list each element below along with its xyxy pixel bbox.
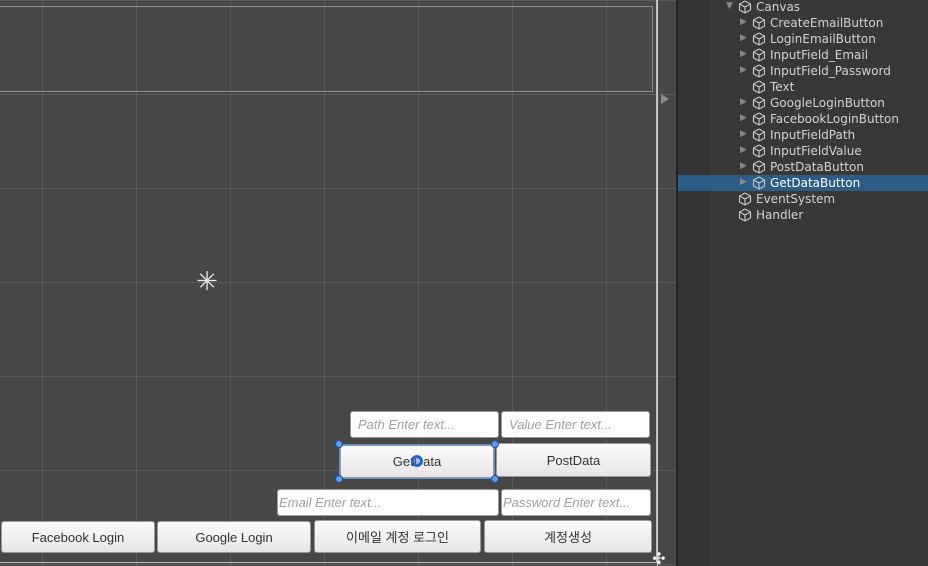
hierarchy-item-label: InputFieldPath xyxy=(770,128,856,142)
canvas-anchor-marker xyxy=(661,94,669,104)
gameobject-icon xyxy=(752,16,766,30)
email-login-button[interactable]: 이메일 계정 로그인 xyxy=(314,520,481,553)
gameobject-icon xyxy=(738,192,752,206)
gameobject-icon xyxy=(752,112,766,126)
collapse-arrow-icon[interactable]: ▶ xyxy=(740,17,747,27)
hierarchy-item-inputfield_password[interactable]: ▶ InputField_Password xyxy=(678,63,928,79)
hierarchy-item-label: Handler xyxy=(756,208,804,222)
collapse-arrow-icon[interactable]: ▶ xyxy=(740,129,747,139)
hierarchy-item-text[interactable]: Text xyxy=(678,79,928,95)
hierarchy-item-label: FacebookLoginButton xyxy=(770,112,899,126)
pivot-handle[interactable] xyxy=(411,455,423,467)
gameobject-icon xyxy=(752,64,766,78)
hierarchy-item-loginemailbutton[interactable]: ▶ LoginEmailButton xyxy=(678,31,928,47)
gameobject-icon xyxy=(738,208,752,222)
hierarchy-item-handler[interactable]: Handler xyxy=(678,207,928,223)
hierarchy-item-label: CreateEmailButton xyxy=(770,16,884,30)
create-account-button[interactable]: 계정생성 xyxy=(484,520,652,553)
hierarchy-item-facebookloginbutton[interactable]: ▶ FacebookLoginButton xyxy=(678,111,928,127)
collapse-arrow-icon[interactable]: ▶ xyxy=(740,49,747,59)
gameobject-icon xyxy=(752,96,766,110)
hierarchy-item-label: EventSystem xyxy=(756,192,836,206)
hierarchy-item-label: Canvas xyxy=(756,0,801,14)
hierarchy-item-label: GoogleLoginButton xyxy=(770,96,885,110)
collapse-arrow-icon[interactable]: ▶ xyxy=(740,145,747,155)
canvas-bounds xyxy=(0,0,657,563)
resize-handle-bottom-left[interactable] xyxy=(335,475,343,483)
google-login-button[interactable]: Google Login xyxy=(157,521,311,553)
hierarchy-item-label: InputFieldValue xyxy=(770,144,862,158)
gameobject-icon xyxy=(752,80,766,94)
resize-handle-top-left[interactable] xyxy=(335,440,343,448)
hierarchy-item-inputfieldpath[interactable]: ▶ InputFieldPath xyxy=(678,127,928,143)
collapse-arrow-icon[interactable]: ▶ xyxy=(740,65,747,75)
hierarchy-panel[interactable]: ▼ Canvas ▶ CreateEmailButton ▶ LoginEmailButt… xyxy=(678,0,928,566)
hierarchy-item-eventsystem[interactable]: EventSystem xyxy=(678,191,928,207)
facebook-login-button[interactable]: Facebook Login xyxy=(1,521,155,553)
resize-handle-top-right[interactable] xyxy=(491,440,499,448)
gameobject-icon xyxy=(752,48,766,62)
path-input[interactable]: Path Enter text... xyxy=(350,411,499,438)
hierarchy-item-label: LoginEmailButton xyxy=(770,32,876,46)
rect-corner-gizmo-icon[interactable]: ✣ xyxy=(648,551,670,566)
post-data-button[interactable]: PostData xyxy=(496,443,651,477)
hierarchy-item-inputfield_email[interactable]: ▶ InputField_Email xyxy=(678,47,928,63)
hierarchy-item-label: GetDataButton xyxy=(770,176,861,190)
collapse-arrow-icon[interactable]: ▶ xyxy=(740,33,747,43)
hierarchy-item-createemailbutton[interactable]: ▶ CreateEmailButton xyxy=(678,15,928,31)
gameobject-icon xyxy=(738,0,752,14)
light-gizmo-icon[interactable]: ✳ xyxy=(194,269,220,295)
collapse-arrow-icon[interactable]: ▶ xyxy=(740,177,747,187)
canvas-edge-line xyxy=(657,0,658,566)
gameobject-icon xyxy=(752,32,766,46)
hierarchy-item-getdatabutton[interactable]: ▶ GetDataButton xyxy=(678,175,928,191)
hierarchy-item-postdatabutton[interactable]: ▶ PostDataButton xyxy=(678,159,928,175)
collapse-arrow-icon[interactable]: ▶ xyxy=(740,97,747,107)
hierarchy-item-label: InputField_Password xyxy=(770,64,891,78)
scene-view[interactable]: ✳ Path Enter text... Value Enter text...… xyxy=(0,0,676,566)
collapse-arrow-icon[interactable]: ▶ xyxy=(740,161,747,171)
gameobject-icon xyxy=(752,176,766,190)
hierarchy-item-inputfieldvalue[interactable]: ▶ InputFieldValue xyxy=(678,143,928,159)
expand-arrow-icon[interactable]: ▼ xyxy=(726,1,733,11)
value-input[interactable]: Value Enter text... xyxy=(501,411,650,438)
collapse-arrow-icon[interactable]: ▶ xyxy=(740,113,747,123)
hierarchy-item-googleloginbutton[interactable]: ▶ GoogleLoginButton xyxy=(678,95,928,111)
gameobject-icon xyxy=(752,144,766,158)
email-input[interactable]: Email Enter text... xyxy=(277,489,499,516)
hierarchy-item-canvas[interactable]: ▼ Canvas xyxy=(678,0,928,15)
hierarchy-item-label: PostDataButton xyxy=(770,160,864,174)
gameobject-icon xyxy=(752,128,766,142)
hierarchy-item-label: InputField_Email xyxy=(770,48,869,62)
gameobject-icon xyxy=(752,160,766,174)
resize-handle-bottom-right[interactable] xyxy=(491,475,499,483)
hierarchy-item-label: Text xyxy=(770,80,795,94)
password-input[interactable]: Password Enter text... xyxy=(501,489,651,516)
